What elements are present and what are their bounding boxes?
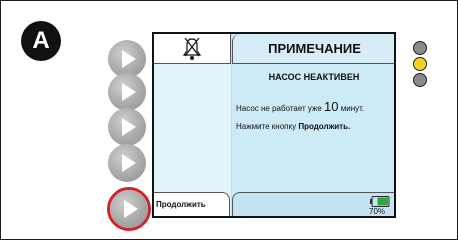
play-triangle-icon — [122, 154, 136, 172]
panel-label-badge: A — [21, 21, 61, 61]
device-frame: A ПРИМЕЧАНИЕ НАСОС НЕАКТИВЕН Насос не ра… — [0, 0, 458, 240]
softkey-4-button[interactable] — [108, 144, 146, 182]
message-suffix: минут. — [338, 104, 365, 113]
message-line: Насос не работает уже 10 минут. — [236, 99, 394, 116]
alarm-status-tab — [154, 34, 231, 64]
battery-percent: 70% — [369, 207, 386, 216]
play-triangle-icon — [122, 83, 136, 101]
indicator-light-middle — [413, 57, 427, 71]
instruction-prefix: Нажмите кнопку — [236, 122, 299, 131]
alert-message: Насос не работает уже 10 минут. Нажмите … — [236, 99, 394, 134]
battery-icon — [370, 196, 390, 207]
softkey-5-highlight-ring — [107, 187, 151, 231]
status-bar: 70% — [232, 192, 394, 216]
message-prefix: Насос не работает уже — [236, 104, 325, 113]
screen-title: ПРИМЕЧАНИЕ — [232, 34, 394, 64]
alert-subheader: НАСОС НЕАКТИВЕН — [268, 72, 360, 82]
indicator-light-bottom — [413, 73, 427, 87]
play-triangle-icon — [122, 118, 136, 136]
indicator-light-top — [413, 41, 427, 55]
pump-screen: ПРИМЕЧАНИЕ НАСОС НЕАКТИВЕН Насос не рабо… — [152, 32, 396, 218]
continue-softkey-label: Продолжить — [154, 192, 230, 216]
alarm-silenced-bell-icon — [182, 37, 202, 60]
instruction-bold: Продолжить. — [298, 122, 351, 131]
softkey-2-button[interactable] — [108, 73, 146, 111]
instruction-line: Нажмите кнопку Продолжить. — [236, 120, 394, 134]
softkey-5-button[interactable] — [110, 190, 148, 228]
softkey-3-button[interactable] — [108, 108, 146, 146]
message-number: 10 — [324, 99, 339, 114]
play-triangle-icon — [124, 200, 138, 218]
